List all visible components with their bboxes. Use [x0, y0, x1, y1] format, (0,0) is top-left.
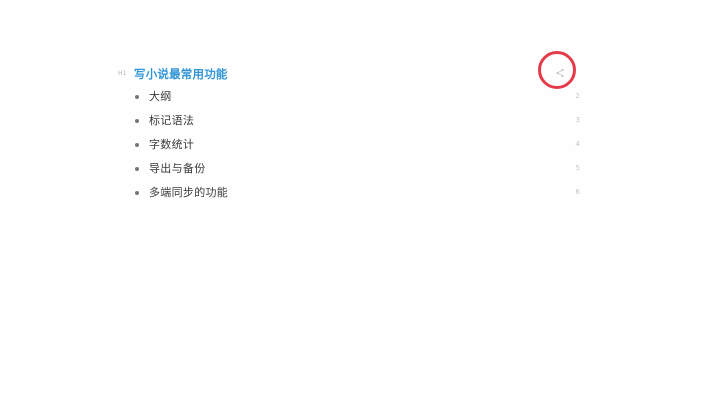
heading-level-tag: H1	[118, 70, 127, 77]
line-number: 5	[575, 164, 580, 172]
list-item-text: 字数统计	[149, 138, 195, 151]
list-item[interactable]: 多端同步的功能 6	[118, 182, 588, 206]
line-number: 3	[575, 116, 580, 124]
bullet-icon	[135, 191, 139, 195]
list-item[interactable]: 标记语法 3	[118, 110, 588, 134]
list-item[interactable]: 字数统计 4	[118, 134, 588, 158]
list-item-text: 标记语法	[149, 114, 195, 127]
share-button[interactable]	[552, 65, 568, 81]
list-item[interactable]: 导出与备份 5	[118, 158, 588, 182]
list-item[interactable]: 大纲 2	[118, 86, 588, 110]
document-outline: H1 写小说最常用功能 大纲 2 标记语法 3 字数统计 4 导出与备份 5 多…	[118, 51, 588, 199]
line-number: 6	[575, 188, 580, 196]
bullet-icon	[135, 143, 139, 147]
outline-heading[interactable]: 写小说最常用功能	[134, 66, 228, 82]
list-item-text: 多端同步的功能	[149, 186, 229, 199]
list-item-text: 导出与备份	[149, 162, 206, 175]
line-number: 4	[575, 140, 580, 148]
bullet-icon	[135, 167, 139, 171]
line-number: 2	[575, 92, 580, 100]
share-icon	[556, 68, 564, 78]
bullet-icon	[135, 119, 139, 123]
bullet-icon	[135, 95, 139, 99]
outline-list: 大纲 2 标记语法 3 字数统计 4 导出与备份 5 多端同步的功能 6	[118, 86, 588, 206]
list-item-text: 大纲	[149, 90, 172, 103]
heading-row[interactable]: H1 写小说最常用功能	[118, 51, 588, 89]
editor-page: H1 写小说最常用功能 大纲 2 标记语法 3 字数统计 4 导出与备份 5 多…	[0, 0, 720, 401]
